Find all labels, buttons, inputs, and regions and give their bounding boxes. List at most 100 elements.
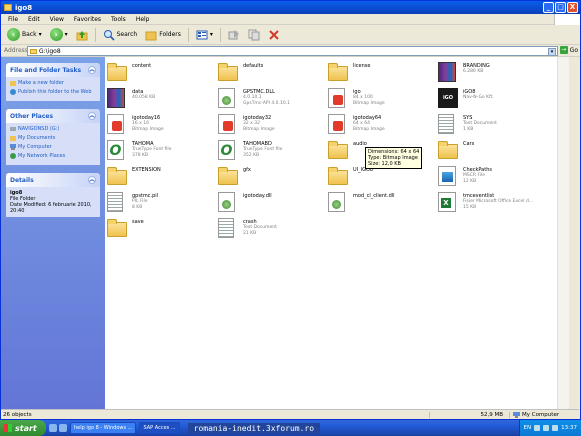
file-item[interactable]: license <box>328 62 438 84</box>
folders-button[interactable]: Folders <box>142 28 184 42</box>
file-text: tmceventlist Fișier Microsoft Office Exce… <box>463 192 533 210</box>
file-name: igotoday.dll <box>243 193 272 199</box>
file-item[interactable]: igotoday16 16 x 16 Bitmap Image <box>107 114 217 136</box>
taskbar-button-sap[interactable]: SAP Acces ... <box>139 422 180 434</box>
file-text: igotoday16 16 x 16 Bitmap Image <box>132 114 164 132</box>
start-button[interactable]: start <box>0 420 46 436</box>
file-item[interactable]: GPSTMC.DLL 4.0.10.1 GpsTmc-API 4.0.10.1 <box>218 88 328 110</box>
globe-icon <box>10 89 16 95</box>
file-item[interactable]: defaults <box>218 62 328 84</box>
file-item[interactable]: O TAHOMABD TrueType Font file 352 KB <box>218 140 328 162</box>
tray-icon[interactable] <box>543 425 550 431</box>
maximize-button[interactable]: □ <box>555 2 566 13</box>
file-icon-wrapper <box>328 166 350 188</box>
file-item[interactable]: data 40.058 KB <box>107 88 217 110</box>
tray-icon[interactable] <box>552 425 559 431</box>
address-field[interactable]: G:\igo8 ▾ <box>27 46 558 56</box>
collapse-chevron-icon[interactable]: ︽ <box>88 112 96 120</box>
taskbar-button-help-igo[interactable]: help igo 8 - Windows ... <box>70 422 137 434</box>
menu-view[interactable]: View <box>45 16 69 23</box>
publish-to-web-link[interactable]: Publish this folder to the Web <box>10 89 96 95</box>
task-pane: File and Folder Tasks ︽ Make a new folde… <box>1 57 105 409</box>
file-item[interactable]: igotoday64 64 x 64 Bitmap Image <box>328 114 438 136</box>
back-dropdown-icon[interactable]: ▾ <box>39 31 42 38</box>
file-text: TAHOMA TrueType Font file 378 KB <box>132 140 171 158</box>
vertical-scrollbar[interactable] <box>557 57 569 409</box>
file-item[interactable]: gpstmc.pil PIL File 8 KB <box>107 192 217 214</box>
close-button[interactable]: X <box>567 2 578 13</box>
panel-title: File and Folder Tasks <box>10 66 82 74</box>
file-item[interactable]: UI_IGO8 <box>328 166 438 188</box>
file-item[interactable]: CheckPaths MSCR File 12 KB <box>438 166 548 188</box>
file-item[interactable]: mod_cl_client.dll <box>328 192 438 214</box>
menu-edit[interactable]: Edit <box>23 16 45 23</box>
collapse-chevron-icon[interactable]: ︽ <box>88 66 96 74</box>
move-to-icon <box>228 29 239 39</box>
place-my-computer[interactable]: My Computer <box>10 144 96 150</box>
forward-button[interactable]: › ▾ <box>47 27 71 42</box>
panel-header[interactable]: Details ︽ <box>6 173 100 187</box>
panel-header[interactable]: File and Folder Tasks ︽ <box>6 63 100 77</box>
file-text: audio <box>353 140 367 147</box>
language-indicator[interactable]: EN <box>524 425 532 431</box>
file-icon-wrapper <box>438 166 460 188</box>
file-item[interactable]: igo 84 x 100 Bitmap Image <box>328 88 438 110</box>
back-button[interactable]: ‹ Back ▾ <box>4 27 45 42</box>
move-to-button[interactable] <box>225 28 243 42</box>
file-detail: 21 KB <box>243 230 257 236</box>
place-my-network-places[interactable]: My Network Places <box>10 153 96 159</box>
menu-favorites[interactable]: Favorites <box>69 16 106 23</box>
file-text: BRANDING 6.286 KB <box>463 62 490 75</box>
up-button[interactable] <box>73 28 91 42</box>
folder-icon <box>328 63 348 81</box>
panel-header[interactable]: Other Places ︽ <box>6 109 100 123</box>
file-item[interactable]: tmceventlistFișier Microsoft Office Exce… <box>438 192 548 214</box>
file-item[interactable]: save <box>107 218 217 240</box>
menu-tools[interactable]: Tools <box>106 16 131 23</box>
address-dropdown-button[interactable]: ▾ <box>548 48 556 56</box>
file-detail: 8 KB <box>132 204 143 210</box>
file-item[interactable]: igotoday32 32 x 32 Bitmap Image <box>218 114 328 136</box>
views-dropdown-icon: ▾ <box>209 31 213 38</box>
tray-icon[interactable] <box>534 425 541 431</box>
file-icon-wrapper <box>218 62 240 84</box>
folders-label: Folders <box>159 31 181 38</box>
file-detail: Text Document <box>463 121 497 126</box>
copy-to-button[interactable] <box>245 28 263 42</box>
file-item[interactable]: gfx <box>218 166 328 188</box>
place-navigonsd[interactable]: NAVIGONSD (G:) <box>10 126 96 132</box>
file-item[interactable]: EXTENSION <box>107 166 217 188</box>
link-label: Make a new folder <box>18 80 64 86</box>
file-item[interactable]: SYS Text Document 1 KB <box>438 114 548 136</box>
file-item[interactable]: O TAHOMA TrueType Font file 378 KB <box>107 140 217 162</box>
file-item[interactable]: BRANDING 6.286 KB <box>438 62 548 84</box>
file-detail: 40.058 KB <box>132 95 156 100</box>
make-new-folder-link[interactable]: Make a new folder <box>10 80 96 86</box>
file-item[interactable]: Cars <box>438 140 548 162</box>
network-icon <box>10 153 16 159</box>
quick-launch-icon[interactable] <box>59 424 67 432</box>
menu-file[interactable]: File <box>3 16 23 23</box>
file-detail: 15 KB <box>463 204 477 210</box>
file-list: Dimensions: 64 x 64 Type: Bitmap Image S… <box>105 57 569 409</box>
quick-launch-icon[interactable] <box>49 424 57 432</box>
folder-icon <box>107 63 127 81</box>
file-icon-wrapper <box>438 114 460 136</box>
file-item[interactable]: iGO iGO8 Nav-N-Go Kft. <box>438 88 548 110</box>
file-icon-wrapper <box>328 62 350 84</box>
file-item[interactable]: igotoday.dll <box>218 192 328 214</box>
collapse-chevron-icon[interactable]: ︽ <box>88 176 96 184</box>
menu-help[interactable]: Help <box>131 16 155 23</box>
go-button[interactable]: → Go <box>559 46 578 54</box>
title-bar[interactable]: igo8 _ □ X <box>1 1 580 14</box>
file-name: gfx <box>243 167 251 173</box>
file-item[interactable]: crash Text Document 21 KB <box>218 218 328 240</box>
delete-x-icon <box>269 29 279 40</box>
status-object-count: 26 objects <box>3 411 32 418</box>
file-item[interactable]: content <box>107 62 217 84</box>
delete-button[interactable] <box>265 28 283 42</box>
search-button[interactable]: Search <box>100 28 141 42</box>
minimize-button[interactable]: _ <box>543 2 554 13</box>
views-button[interactable]: ▾ <box>193 28 216 42</box>
place-my-documents[interactable]: My Documents <box>10 135 96 141</box>
